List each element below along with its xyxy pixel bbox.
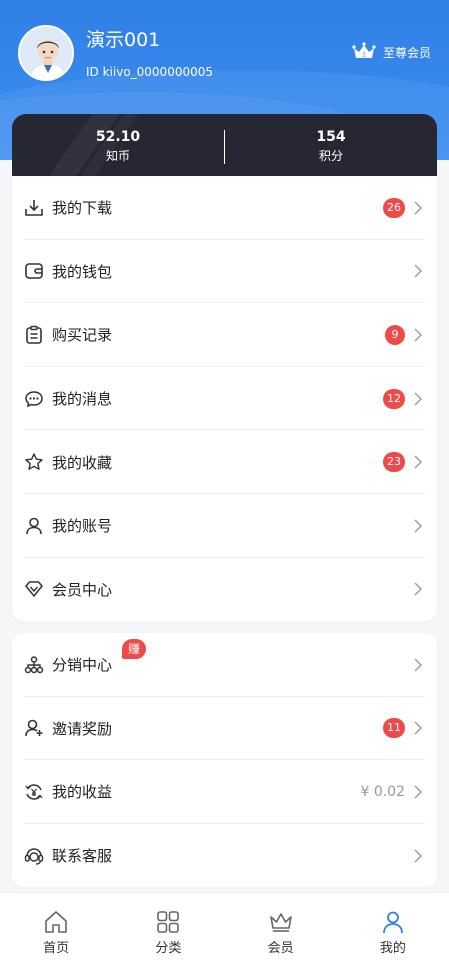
tab-label: 会员 (267, 941, 294, 956)
grid-icon (157, 911, 180, 933)
menu-item-label: 会员中心 (52, 580, 113, 599)
menu-item-invite-rewards[interactable]: 邀请奖励 11 (12, 697, 437, 761)
earnings-amount: ¥ 0.02 (360, 783, 405, 800)
user-icon (26, 517, 42, 534)
count-badge: 23 (383, 452, 405, 473)
chevron-right-icon (414, 519, 422, 533)
stat-label: 积分 (318, 149, 343, 163)
menu-item-distribution[interactable]: 分销中心 赚 (12, 633, 437, 697)
menu-card-extra: 分销中心 赚 邀请奖励 11 我的收益 ¥ 0.02 联系客服 (12, 633, 437, 887)
vip-badge[interactable]: 1 至尊会员 (352, 42, 431, 62)
chevron-right-icon (414, 849, 422, 863)
menu-item-label: 联系客服 (52, 847, 113, 866)
menu-item-messages[interactable]: 我的消息 12 (12, 367, 437, 431)
stat-points[interactable]: 154 积分 (225, 128, 437, 164)
headset-icon (24, 847, 44, 865)
menu-item-label: 分销中心 (52, 656, 113, 675)
vip-label: 至尊会员 (382, 45, 431, 60)
menu-item-label: 购买记录 (52, 326, 113, 345)
chevron-right-icon (414, 328, 422, 342)
menu-item-label: 我的收藏 (52, 453, 113, 472)
svg-text:1: 1 (362, 52, 366, 59)
menu-item-account[interactable]: 我的账号 (12, 494, 437, 558)
home-icon (45, 911, 67, 933)
clipboard-icon (26, 325, 42, 344)
tab-mine[interactable]: 我的 (337, 893, 449, 972)
download-icon (25, 199, 43, 216)
username: 演示001 (86, 29, 161, 51)
profile-icon (382, 911, 403, 934)
chevron-right-icon (414, 658, 422, 672)
menu-item-earnings[interactable]: 我的收益 ¥ 0.02 (12, 760, 437, 824)
chevron-right-icon (414, 392, 422, 406)
menu-card-main: 我的下载 26 我的钱包 购买记录 9 我的消息 12 我的收藏 23 我的账号… (12, 176, 437, 621)
chevron-right-icon (414, 582, 422, 596)
count-badge: 12 (383, 388, 405, 409)
count-badge: 26 (383, 197, 405, 218)
chevron-right-icon (414, 721, 422, 735)
stat-label: 知币 (105, 149, 130, 163)
menu-item-label: 邀请奖励 (52, 719, 113, 738)
avatar-illustration (20, 27, 72, 79)
stat-value: 52.10 (95, 129, 141, 145)
star-icon (25, 453, 43, 471)
menu-item-favorites[interactable]: 我的收藏 23 (12, 430, 437, 494)
menu-item-wallet[interactable]: 我的钱包 (12, 240, 437, 304)
tab-label: 首页 (43, 941, 70, 956)
count-badge: 11 (383, 718, 405, 739)
network-icon (24, 656, 44, 674)
stat-value: 154 (316, 129, 346, 145)
tab-label: 分类 (155, 941, 182, 956)
stat-coins[interactable]: 52.10 知币 (12, 128, 224, 164)
chevron-right-icon (414, 455, 422, 469)
earn-tag: 赚 (122, 639, 147, 659)
count-badge: 9 (385, 324, 405, 345)
chevron-right-icon (414, 264, 422, 278)
tab-vip[interactable]: 会员 (225, 893, 337, 972)
menu-item-label: 我的收益 (52, 783, 113, 802)
menu-item-label: 我的钱包 (52, 262, 113, 281)
bottom-tab-bar: 首页 分类 会员 我的 (0, 892, 449, 972)
chevron-right-icon (414, 785, 422, 799)
message-icon (25, 390, 43, 407)
crown-icon: 1 (352, 42, 376, 59)
tab-category[interactable]: 分类 (112, 893, 224, 972)
menu-item-downloads[interactable]: 我的下载 26 (12, 176, 437, 240)
avatar[interactable] (18, 25, 74, 81)
diamond-icon (25, 581, 43, 598)
tab-home[interactable]: 首页 (0, 893, 112, 972)
tab-label: 我的 (379, 941, 406, 956)
stats-bar: 52.10 知币 154 积分 (12, 114, 437, 180)
invite-user-icon (25, 720, 43, 737)
menu-item-label: 我的消息 (52, 390, 113, 409)
crown-icon (269, 913, 292, 932)
menu-item-customer-service[interactable]: 联系客服 (12, 824, 437, 888)
menu-item-purchases[interactable]: 购买记录 9 (12, 303, 437, 367)
user-id: ID kiivo_0000000005 (86, 65, 214, 79)
wallet-icon (25, 263, 43, 280)
earnings-icon (25, 784, 43, 800)
menu-item-label: 我的下载 (52, 199, 113, 218)
menu-item-label: 我的账号 (52, 517, 113, 536)
chevron-right-icon (414, 201, 422, 215)
menu-item-vip-center[interactable]: 会员中心 (12, 558, 437, 622)
